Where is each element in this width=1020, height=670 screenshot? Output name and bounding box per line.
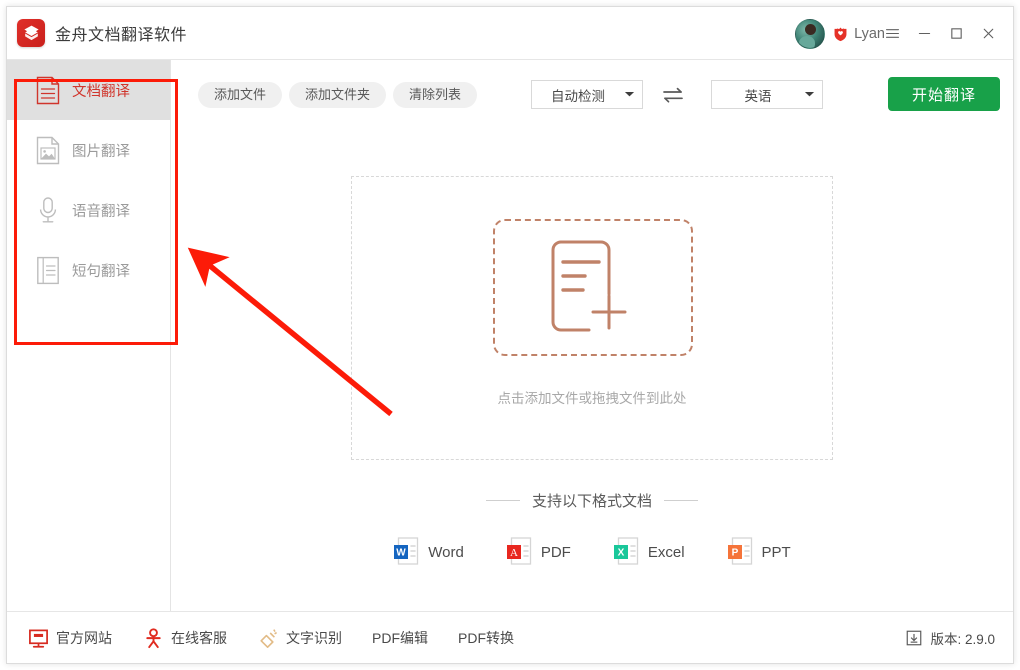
phrase-translate-icon	[35, 255, 61, 285]
bottom-link-label: 文字识别	[286, 628, 342, 648]
title-bar: 金舟文档翻译软件 Lyan	[7, 7, 1013, 60]
bottom-bar-links: 官方网站 在线客服	[27, 612, 544, 664]
target-language-value: 英语	[712, 85, 796, 105]
format-label: Excel	[648, 544, 685, 561]
svg-text:W: W	[397, 548, 407, 559]
divider-right	[664, 500, 698, 501]
format-item-word: W Word	[393, 537, 464, 567]
official-website-icon	[27, 627, 49, 649]
source-language-select[interactable]: 自动检测	[531, 80, 643, 109]
sidebar-item-document-translate[interactable]: 文档翻译	[7, 60, 170, 120]
main-content: 添加文件 添加文件夹 清除列表 自动检测	[171, 60, 1013, 612]
image-translate-icon	[35, 135, 61, 165]
sidebar-item-label: 语音翻译	[72, 200, 130, 221]
user-account-area[interactable]: Lyan	[795, 19, 885, 49]
svg-text:P: P	[731, 548, 738, 559]
sidebar-item-label: 文档翻译	[72, 80, 130, 101]
app-logo-icon	[17, 19, 45, 47]
dropzone-hint: 点击添加文件或拖拽文件到此处	[352, 387, 832, 407]
ppt-file-icon: P	[727, 537, 753, 567]
close-icon[interactable]	[973, 19, 1003, 47]
swap-languages-icon[interactable]	[661, 85, 685, 105]
official-website-link[interactable]: 官方网站	[27, 627, 112, 649]
vip-crown-badge-icon	[832, 26, 849, 43]
divider-left	[486, 500, 520, 501]
bottom-link-label: PDF转换	[458, 628, 514, 648]
sidebar-item-label: 图片翻译	[72, 140, 130, 161]
svg-text:X: X	[618, 548, 625, 559]
application-window: 金舟文档翻译软件 Lyan	[6, 6, 1014, 664]
window-controls	[877, 19, 1003, 47]
sidebar-item-phrase-translate[interactable]: 短句翻译	[7, 240, 170, 300]
target-language-select[interactable]: 英语	[711, 80, 823, 109]
file-dropzone[interactable]: 点击添加文件或拖拽文件到此处	[351, 176, 833, 460]
megaphone-icon	[257, 627, 279, 649]
user-avatar[interactable]	[795, 19, 825, 49]
formats-heading-text: 支持以下格式文档	[532, 490, 652, 511]
start-translate-button[interactable]: 开始翻译	[888, 77, 1000, 111]
sidebar-item-voice-translate[interactable]: 语音翻译	[7, 180, 170, 240]
format-label: PPT	[762, 544, 791, 561]
supported-formats-heading: 支持以下格式文档	[171, 490, 1013, 511]
voice-translate-icon	[35, 195, 61, 225]
version-label: 版本: 2.9.0	[930, 628, 995, 648]
minimize-icon[interactable]	[909, 19, 939, 47]
add-file-button[interactable]: 添加文件	[198, 82, 282, 108]
svg-text:A: A	[510, 547, 518, 559]
sidebar-item-label: 短句翻译	[72, 260, 130, 281]
pdf-file-icon: A	[506, 537, 532, 567]
maximize-icon[interactable]	[941, 19, 971, 47]
clear-list-button[interactable]: 清除列表	[393, 82, 477, 108]
app-branding: 金舟文档翻译软件	[17, 19, 187, 47]
add-document-icon[interactable]	[493, 219, 693, 356]
online-support-icon	[142, 627, 164, 649]
download-update-icon	[905, 629, 923, 647]
sidebar: 文档翻译 图片翻译	[7, 60, 171, 612]
sidebar-item-image-translate[interactable]: 图片翻译	[7, 120, 170, 180]
toolbar: 添加文件 添加文件夹 清除列表 自动检测	[171, 60, 1013, 128]
bottom-bar: 官方网站 在线客服	[7, 611, 1013, 663]
supported-formats-list: W Word A	[171, 537, 1013, 567]
format-item-pdf: A PDF	[506, 537, 571, 567]
text-recognition-link[interactable]: 文字识别	[257, 627, 342, 649]
chevron-down-icon	[616, 90, 642, 100]
format-label: PDF	[541, 544, 571, 561]
add-folder-button[interactable]: 添加文件夹	[289, 82, 386, 108]
app-title: 金舟文档翻译软件	[55, 21, 187, 45]
menu-hamburger-icon[interactable]	[877, 19, 907, 47]
document-translate-icon	[35, 75, 61, 105]
bottom-link-label: PDF编辑	[372, 628, 428, 648]
format-item-ppt: P PPT	[727, 537, 791, 567]
format-item-excel: X Excel	[613, 537, 685, 567]
version-info[interactable]: 版本: 2.9.0	[905, 612, 995, 664]
format-label: Word	[428, 544, 464, 561]
pdf-convert-link[interactable]: PDF转换	[458, 628, 514, 648]
bottom-link-label: 官方网站	[56, 628, 112, 648]
bottom-link-label: 在线客服	[171, 628, 227, 648]
pdf-edit-link[interactable]: PDF编辑	[372, 628, 428, 648]
chevron-down-icon	[796, 90, 822, 100]
excel-file-icon: X	[613, 537, 639, 567]
word-file-icon: W	[393, 537, 419, 567]
online-support-link[interactable]: 在线客服	[142, 627, 227, 649]
source-language-value: 自动检测	[532, 85, 616, 105]
